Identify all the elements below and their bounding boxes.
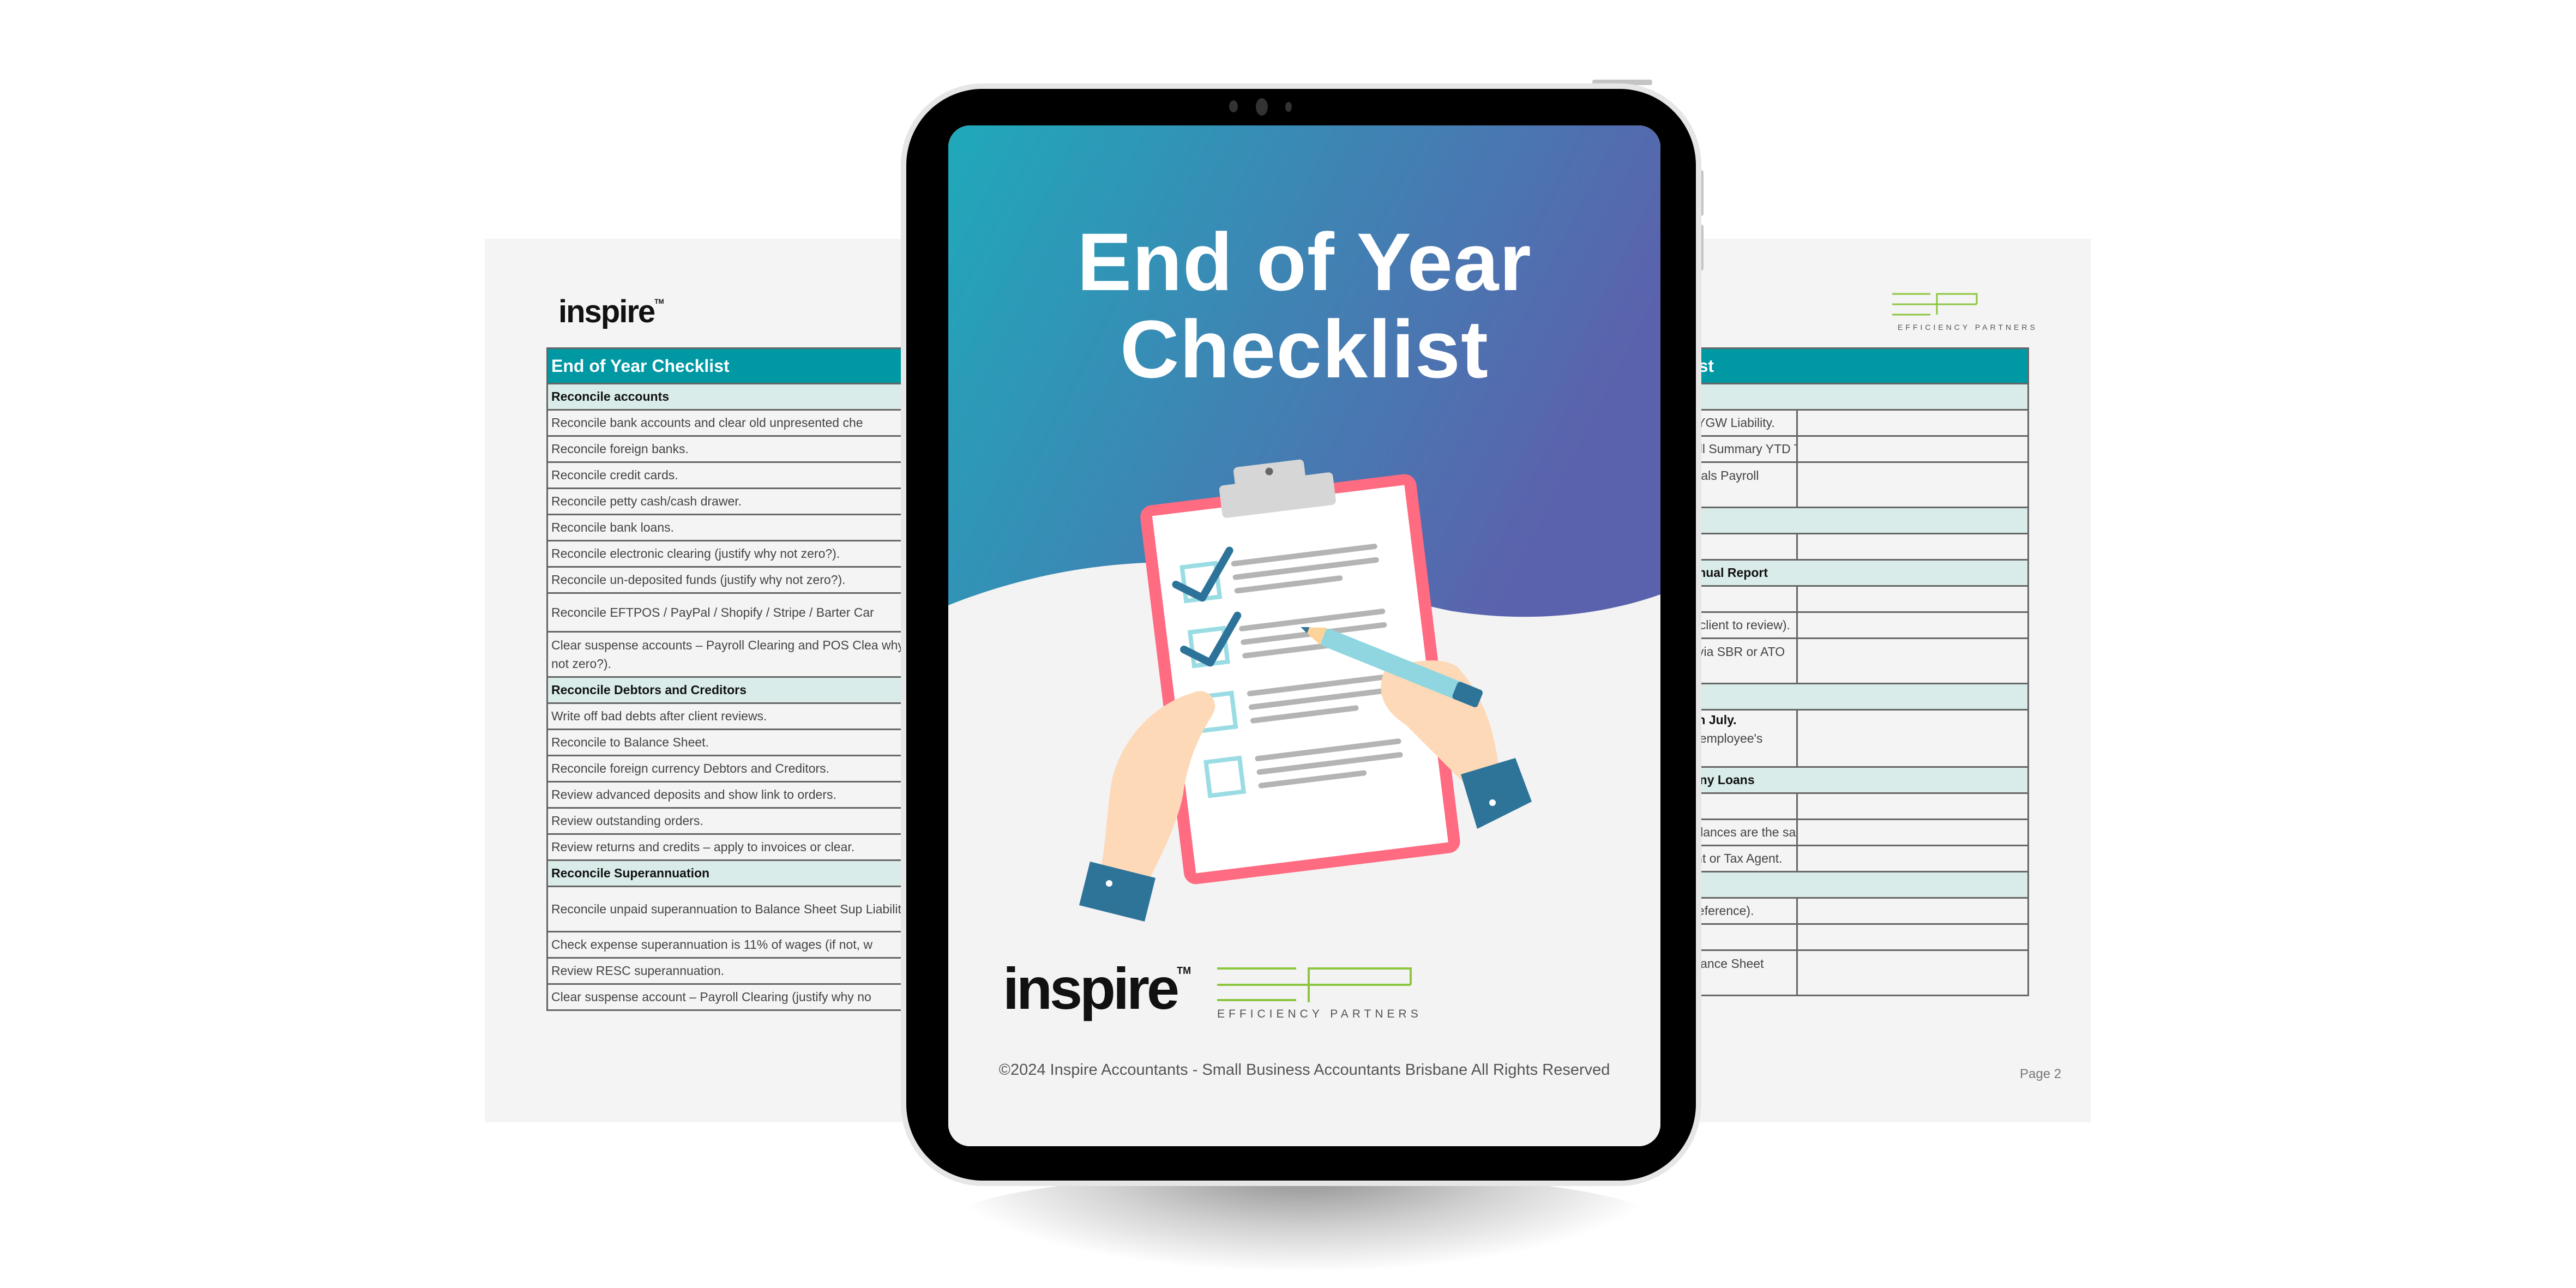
table-header-row: End of Year Checklist — [546, 347, 928, 384]
checklist-item-text: Review returns and credits – apply to in… — [546, 833, 928, 861]
cover-inspire-logo: inspireTM — [1003, 954, 1191, 1022]
item-text: Reconcile foreign banks. — [551, 442, 689, 456]
section-label: Reconcile Debtors and Creditors — [546, 676, 928, 704]
table-row: Reconcile un-deposited funds (justify wh… — [546, 566, 928, 594]
section-label: Reconcile Superannuation — [546, 859, 928, 887]
table-row: Reconcile unpaid superannuation to Balan… — [546, 886, 928, 932]
checklist-item-text: Reconcile foreign banks. — [546, 435, 928, 463]
checkbox-cell[interactable] — [1796, 709, 2029, 768]
item-text: Reconcile unpaid superannuation to Balan… — [551, 902, 911, 916]
table-row: Review RESC superannuation. — [546, 957, 928, 985]
item-text: Reconcile un-deposited funds (justify wh… — [551, 573, 846, 587]
page-number: Page 2 — [2020, 1067, 2062, 1081]
checklist-item-text: Reconcile petty cash/cash drawer. — [546, 487, 928, 515]
table-row: Review advanced deposits and show link t… — [546, 781, 928, 809]
checkbox-cell[interactable] — [1796, 949, 2029, 996]
tablet-camera-icon — [1256, 98, 1268, 116]
tablet-shadow — [949, 1172, 1658, 1271]
item-text: Review RESC superannuation. — [551, 964, 725, 978]
item-text: Clear suspense accounts – Payroll Cleari… — [551, 638, 904, 671]
checklist-item-text: Reconcile un-deposited funds (justify wh… — [546, 566, 928, 594]
table-row: Reconcile bank loans. — [546, 514, 928, 541]
table-row: Reconcile electronic clearing (justify w… — [546, 540, 928, 568]
efficiency-partners-text: EFFICIENCY PARTNERS — [1898, 323, 2038, 332]
table-row: Clear suspense accounts – Payroll Cleari… — [546, 631, 928, 678]
trademark-mark: TM — [654, 298, 664, 305]
checklist-item-text: Clear suspense accounts – Payroll Cleari… — [546, 631, 928, 678]
checkbox-cell[interactable] — [1796, 409, 2029, 437]
checkbox-cell[interactable] — [1796, 611, 2029, 639]
checklist-item-text: Reconcile to Balance Sheet. — [546, 729, 928, 756]
checkbox-cell[interactable] — [1796, 923, 2029, 951]
tablet-sensor-icon — [1229, 100, 1238, 112]
cover-inspire-logo-text: inspire — [1003, 955, 1179, 1021]
inspire-logo: inspireTM — [558, 293, 664, 330]
item-text: Review returns and credits – apply to in… — [551, 840, 855, 854]
item-text: Reconcile credit cards. — [551, 468, 678, 482]
table-section-row: Reconcile Debtors and Creditors — [546, 676, 928, 704]
table-row: Review outstanding orders. — [546, 807, 928, 835]
item-text: Reconcile petty cash/cash drawer. — [551, 494, 742, 508]
table-row: Write off bad debts after client reviews… — [546, 702, 928, 730]
table-row: Reconcile petty cash/cash drawer. — [546, 487, 928, 515]
table-row: Reconcile to Balance Sheet. — [546, 729, 928, 756]
checkbox-cell[interactable] — [1796, 637, 2029, 684]
item-text: Reconcile bank loans. — [551, 520, 675, 534]
checklist-item-text: Check expense superannuation is 11% of w… — [546, 931, 928, 959]
checkbox-cell[interactable] — [1796, 533, 2029, 561]
table-row: Reconcile credit cards. — [546, 461, 928, 489]
checklist-item-text: Reconcile EFTPOS / PayPal / Shopify / St… — [546, 592, 928, 633]
checkbox-cell[interactable] — [1796, 792, 2029, 820]
item-text: Clear suspense account – Payroll Clearin… — [551, 990, 871, 1004]
checklist-item-text: Reconcile unpaid superannuation to Balan… — [546, 886, 928, 932]
cover-title-line-1: End of Year — [1077, 216, 1532, 308]
checklist-item-text: Clear suspense account – Payroll Clearin… — [546, 983, 928, 1011]
checklist-item-text: Write off bad debts after client reviews… — [546, 702, 928, 730]
cover-title: End of Year Checklist — [948, 218, 1660, 393]
table-row: Reconcile bank accounts and clear old un… — [546, 409, 928, 437]
table-row: Check expense superannuation is 11% of w… — [546, 931, 928, 959]
checkbox-cell[interactable] — [1796, 585, 2029, 613]
table-row: Review returns and credits – apply to in… — [546, 833, 928, 861]
table-section-row: Reconcile Superannuation — [546, 859, 928, 887]
item-text: Reconcile EFTPOS / PayPal / Shopify / St… — [551, 605, 874, 619]
checklist-item-text: Reconcile bank loans. — [546, 514, 928, 541]
table-row: Clear suspense account – Payroll Clearin… — [546, 983, 928, 1011]
clipboard-checklist-icon — [1079, 459, 1532, 922]
table-row: Reconcile EFTPOS / PayPal / Shopify / St… — [546, 592, 928, 633]
checkbox-cell[interactable] — [1796, 435, 2029, 463]
item-text: Check expense superannuation is 11% of w… — [551, 937, 872, 952]
cover-efficiency-partners-text: EFFICIENCY PARTNERS — [1217, 1008, 1422, 1020]
checklist-item-text: Reconcile electronic clearing (justify w… — [546, 540, 928, 568]
item-text: Reconcile bank accounts and clear old un… — [551, 416, 863, 430]
item-text: Reconcile to Balance Sheet. — [551, 735, 709, 749]
item-text: Write off bad debts after client reviews… — [551, 709, 767, 723]
checkbox-cell[interactable] — [1796, 818, 2029, 846]
tablet-screen: End of Year Checklist inspireTM EFFICIEN… — [948, 125, 1660, 1146]
cover-title-line-2: Checklist — [1120, 303, 1489, 395]
table-section-row: Reconcile accounts — [546, 383, 928, 411]
item-text: Reconcile electronic clearing (justify w… — [551, 546, 840, 561]
item-text: Reconcile foreign currency Debtors and C… — [551, 761, 830, 775]
checklist-item-text: Reconcile bank accounts and clear old un… — [546, 409, 928, 437]
checklist-item-text: Reconcile foreign currency Debtors and C… — [546, 755, 928, 783]
checklist-item-text: Reconcile credit cards. — [546, 461, 928, 489]
checkbox-cell[interactable] — [1796, 845, 2029, 872]
checklist-item-text: Review outstanding orders. — [546, 807, 928, 835]
tablet-light-sensor-icon — [1285, 102, 1292, 112]
copyright-text: ©2024 Inspire Accountants - Small Busine… — [998, 1061, 1610, 1079]
checkbox-cell[interactable] — [1796, 897, 2029, 925]
checklist-item-text: Review RESC superannuation. — [546, 957, 928, 985]
item-text: Review outstanding orders. — [551, 814, 703, 828]
checklist-item-text: Review advanced deposits and show link t… — [546, 781, 928, 809]
left-checklist-table: End of Year Checklist Reconcile accounts… — [546, 347, 928, 1011]
section-label: Reconcile accounts — [546, 383, 928, 411]
item-text: Review advanced deposits and show link t… — [551, 787, 836, 802]
table-row: Reconcile foreign currency Debtors and C… — [546, 755, 928, 783]
table-row: Reconcile foreign banks. — [546, 435, 928, 463]
cover-trademark-mark: TM — [1177, 965, 1191, 976]
table-title: End of Year Checklist — [546, 347, 928, 384]
inspire-logo-text: inspire — [558, 294, 655, 329]
checkbox-cell[interactable] — [1796, 461, 2029, 508]
